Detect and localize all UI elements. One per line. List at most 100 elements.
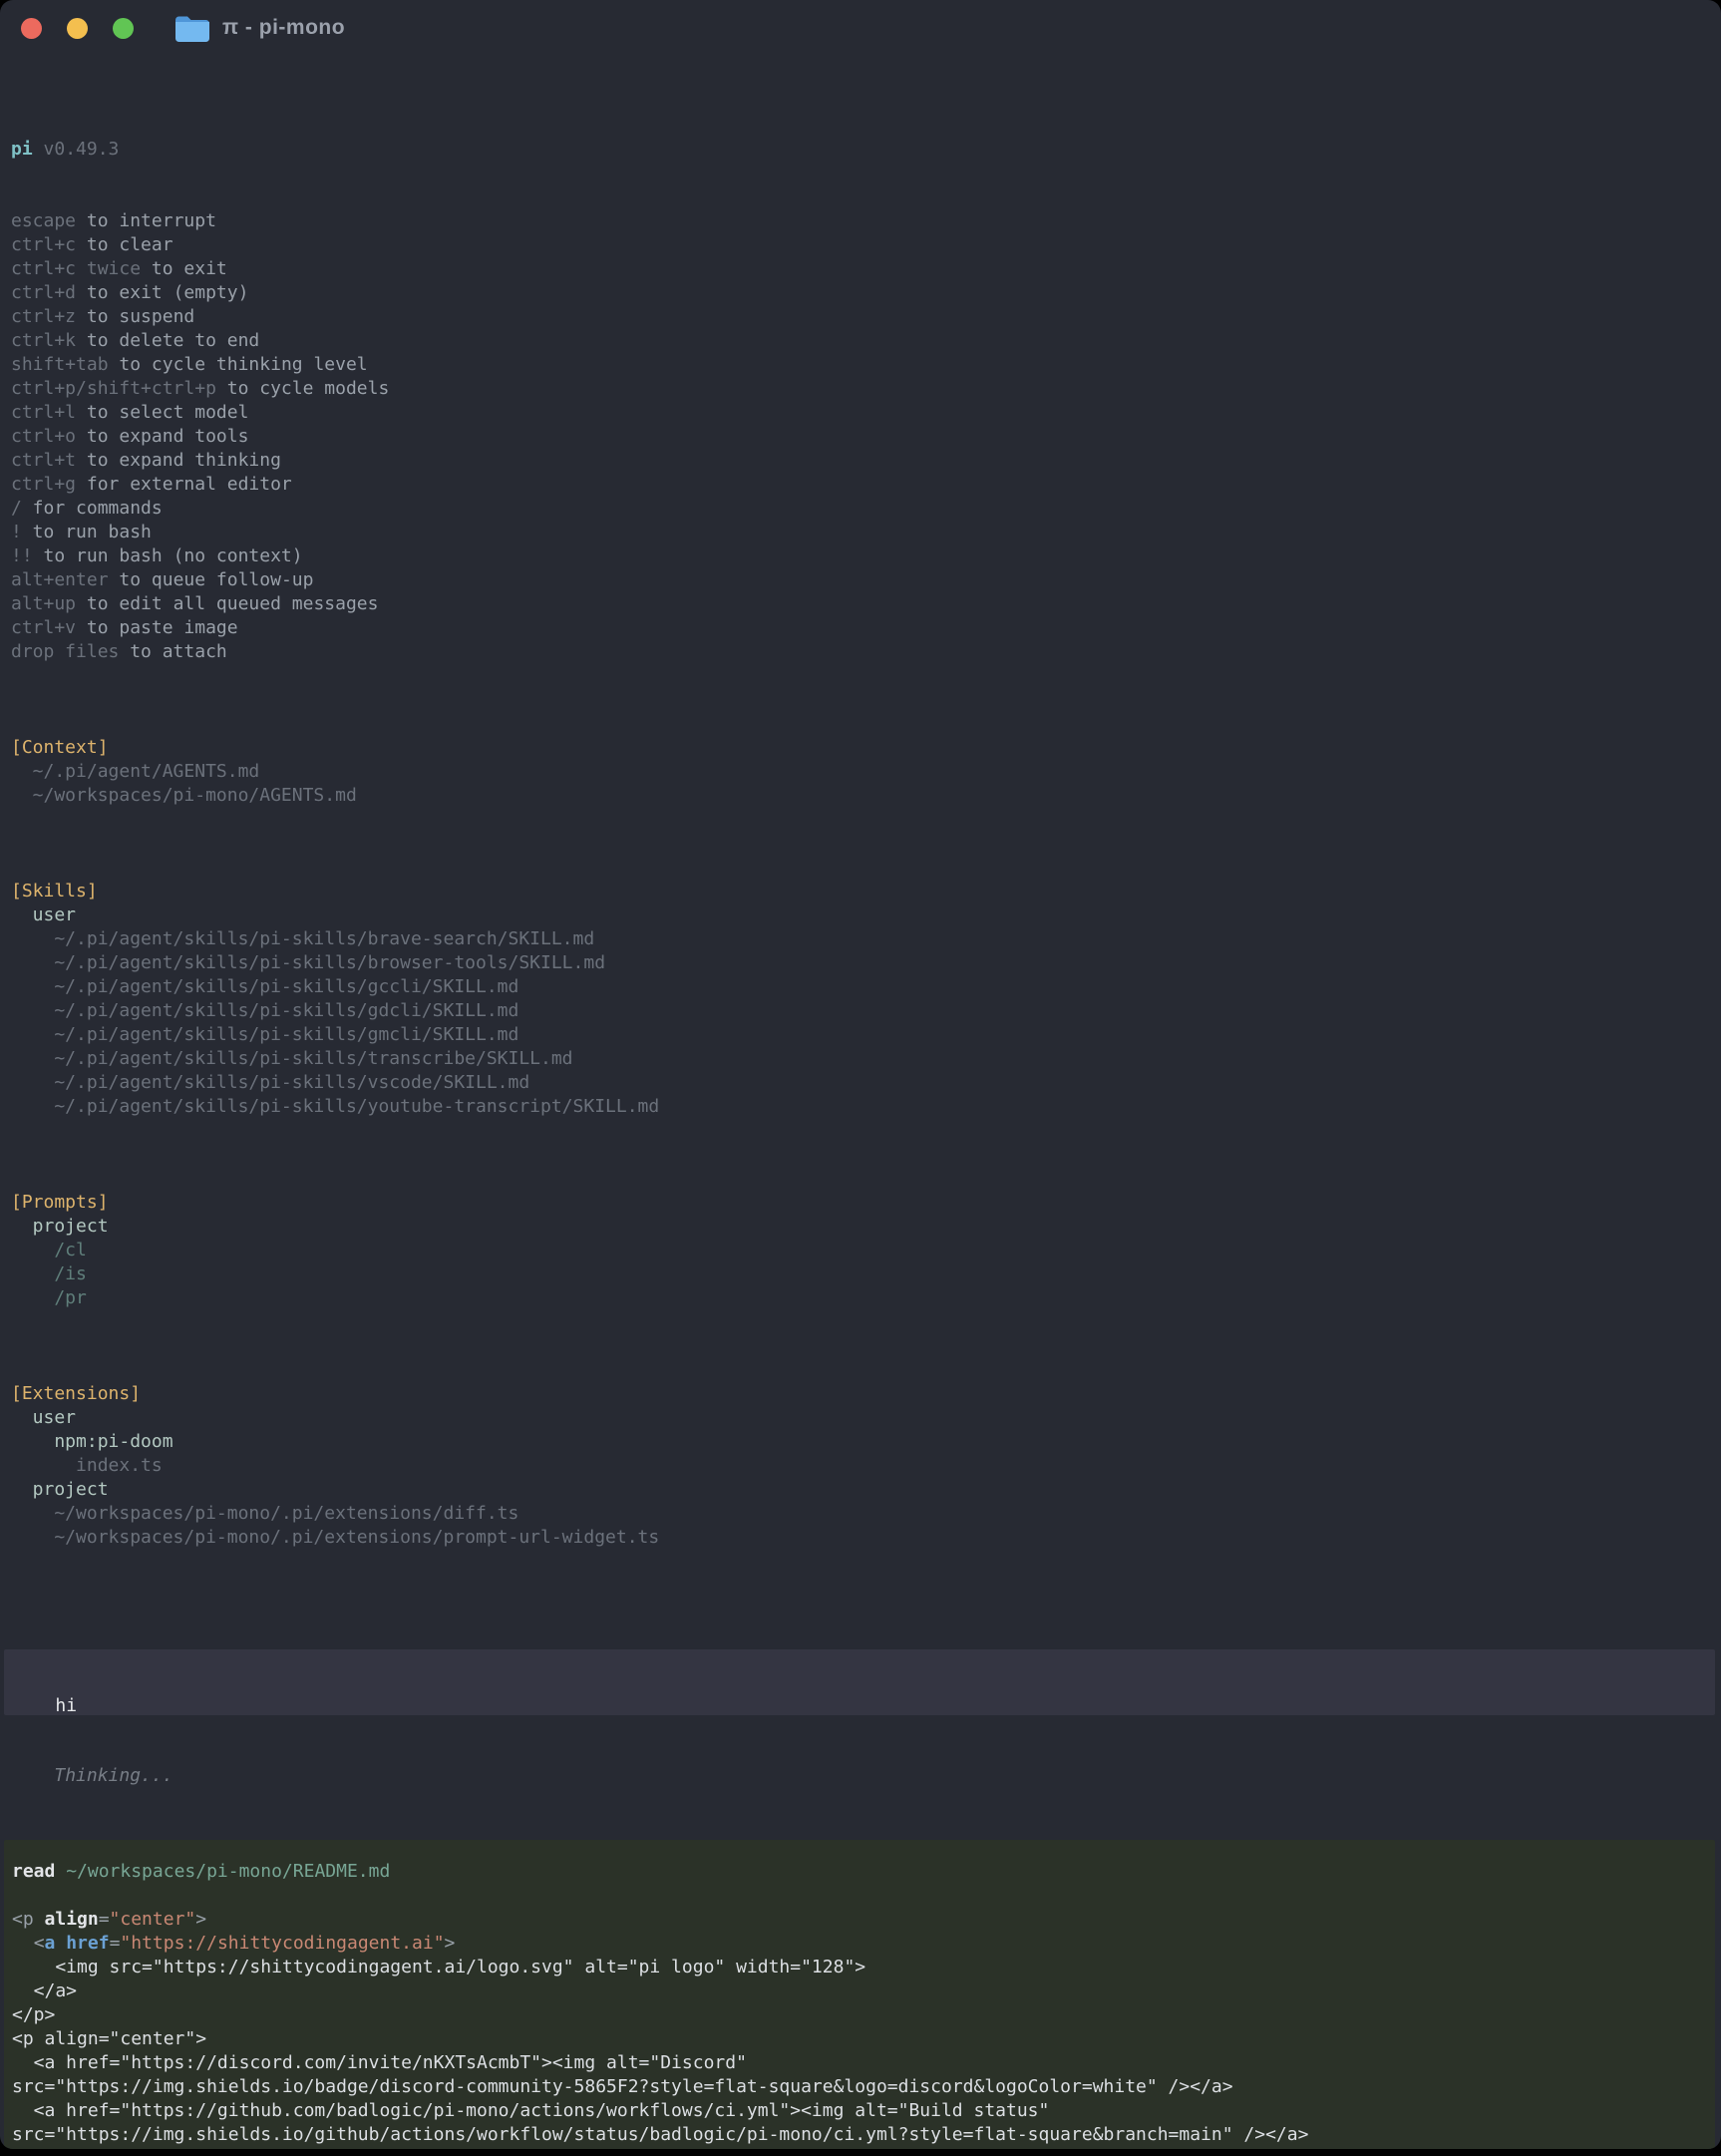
text-line: /pr [11,1286,1711,1310]
text-line [12,1884,1707,1908]
text-line: <p align="center"> [12,2027,1707,2051]
text-segment [12,1933,34,1954]
text-line: ctrl+v to paste image [11,616,1711,640]
text-line: ctrl+c to clear [11,233,1711,257]
text-segment: </a> [12,1980,77,2001]
thinking-text: Thinking... [54,1765,172,1786]
text-segment: ~/.pi/agent/skills/pi-skills/gdcli/SKILL… [11,1000,518,1021]
help-shortcuts: escape to interruptctrl+c to clearctrl+c… [11,209,1711,664]
text-segment: ctrl+z [11,306,76,327]
text-line: user [11,1406,1711,1430]
text-segment: to exit (empty) [76,282,248,303]
text-segment: a [45,1933,56,1954]
text-segment: ctrl+p/shift+ctrl+p [11,378,216,399]
text-segment: [Extensions] [11,1383,141,1404]
text-segment: ~/.pi/agent/skills/pi-skills/gmcli/SKILL… [11,1024,518,1045]
text-segment: "https://shittycodingagent.ai" [120,1933,444,1954]
text-line: project [11,1215,1711,1239]
text-segment: <p [12,1909,45,1930]
tool-read-block: read ~/workspaces/pi-mono/README.md <p a… [4,1840,1715,2149]
text-segment [55,1933,66,1954]
text-line: ctrl+l to select model [11,401,1711,425]
text-segment: ~/.pi/agent/skills/pi-skills/gccli/SKILL… [11,976,518,997]
text-segment: npm:pi-doom [11,1431,173,1452]
text-segment: = [110,1933,121,1954]
text-segment: [Skills] [11,881,98,901]
zoom-button[interactable] [113,18,134,39]
folder-icon [173,14,209,43]
text-line: npm:pi-doom [11,1430,1711,1454]
text-segment: </p> [12,2148,55,2149]
text-line: <a href="https://github.com/badlogic/pi-… [12,2099,1707,2123]
text-segment: ctrl+v [11,617,76,638]
text-segment: /pr [11,1287,87,1308]
text-segment: for external editor [76,474,292,495]
text-line: ctrl+z to suspend [11,305,1711,329]
text-line: </a> [12,1979,1707,2003]
text-segment: ~/workspaces/pi-mono/.pi/extensions/diff… [11,1503,518,1524]
text-segment: to expand tools [76,426,248,447]
text-segment: ctrl+k [11,330,76,351]
text-line: alt+enter to queue follow-up [11,568,1711,592]
version-banner: pi v0.49.3 [11,138,1711,162]
text-line: ~/.pi/agent/AGENTS.md [11,760,1711,784]
text-segment: to select model [76,402,248,423]
text-line: / for commands [11,497,1711,521]
text-segment: to attach [119,641,226,662]
text-segment: ~/.pi/agent/skills/pi-skills/brave-searc… [11,928,594,949]
text-segment: src="https://img.shields.io/github/actio… [12,2124,1308,2145]
user-message: hi [4,1649,1715,1715]
text-segment: = [99,1909,110,1930]
text-line: ~/.pi/agent/skills/pi-skills/browser-too… [11,951,1711,975]
text-segment: [Prompts] [11,1192,109,1213]
text-segment: ~/workspaces/pi-mono/README.md [55,1861,390,1882]
text-line: src="https://img.shields.io/badge/discor… [12,2075,1707,2099]
text-line: drop files to attach [11,640,1711,664]
text-line: ~/workspaces/pi-mono/.pi/extensions/prom… [11,1526,1711,1550]
text-segment: to run bash [22,522,152,542]
text-segment: ! [11,522,22,542]
text-segment: src="https://img.shields.io/badge/discor… [12,2076,1233,2097]
titlebar: π - pi-mono [0,0,1721,56]
text-segment: to cycle models [216,378,389,399]
text-line: <p align="center"> [12,1908,1707,1932]
text-segment: v0.49.3 [33,139,120,160]
text-segment: to paste image [76,617,238,638]
text-segment: project [11,1479,109,1500]
text-segment: <img src="https://shittycodingagent.ai/l… [12,1957,865,1977]
text-segment: shift+tab [11,354,109,375]
text-segment: < [34,1933,45,1954]
text-line: ~/.pi/agent/skills/pi-skills/transcribe/… [11,1047,1711,1071]
text-segment: to expand thinking [76,450,281,471]
user-message-text: hi [55,1695,77,1716]
text-line: [Context] [11,736,1711,760]
text-segment: to cycle thinking level [109,354,368,375]
text-segment: ctrl+c [11,234,76,255]
prompts-section: [Prompts] project /cl /is /pr [11,1191,1711,1310]
text-line: /cl [11,1239,1711,1262]
text-line: ctrl+c twice to exit [11,257,1711,281]
text-segment: href [66,1933,109,1954]
text-line: [Extensions] [11,1382,1711,1406]
text-line: read ~/workspaces/pi-mono/README.md [12,1860,1707,1884]
text-line: ctrl+g for external editor [11,473,1711,497]
skills-section: [Skills] user ~/.pi/agent/skills/pi-skil… [11,880,1711,1119]
text-line: ~/workspaces/pi-mono/.pi/extensions/diff… [11,1502,1711,1526]
text-segment: to exit [141,258,227,279]
text-segment: to run bash (no context) [33,545,303,566]
text-segment: ctrl+g [11,474,76,495]
text-line: ~/.pi/agent/skills/pi-skills/vscode/SKIL… [11,1071,1711,1095]
text-line: <a href="https://discord.com/invite/nKXT… [12,2051,1707,2075]
text-segment: pi [11,139,33,160]
text-segment: read [12,1861,55,1882]
text-line: ! to run bash [11,521,1711,544]
text-segment: ~/workspaces/pi-mono/AGENTS.md [11,785,357,806]
text-line: /is [11,1262,1711,1286]
text-segment: ~/.pi/agent/skills/pi-skills/browser-too… [11,952,605,973]
text-line: index.ts [11,1454,1711,1478]
close-button[interactable] [21,18,42,39]
text-segment: to suspend [76,306,194,327]
minimize-button[interactable] [67,18,88,39]
text-line: ctrl+o to expand tools [11,425,1711,449]
extensions-section: [Extensions] user npm:pi-doom index.ts p… [11,1382,1711,1550]
